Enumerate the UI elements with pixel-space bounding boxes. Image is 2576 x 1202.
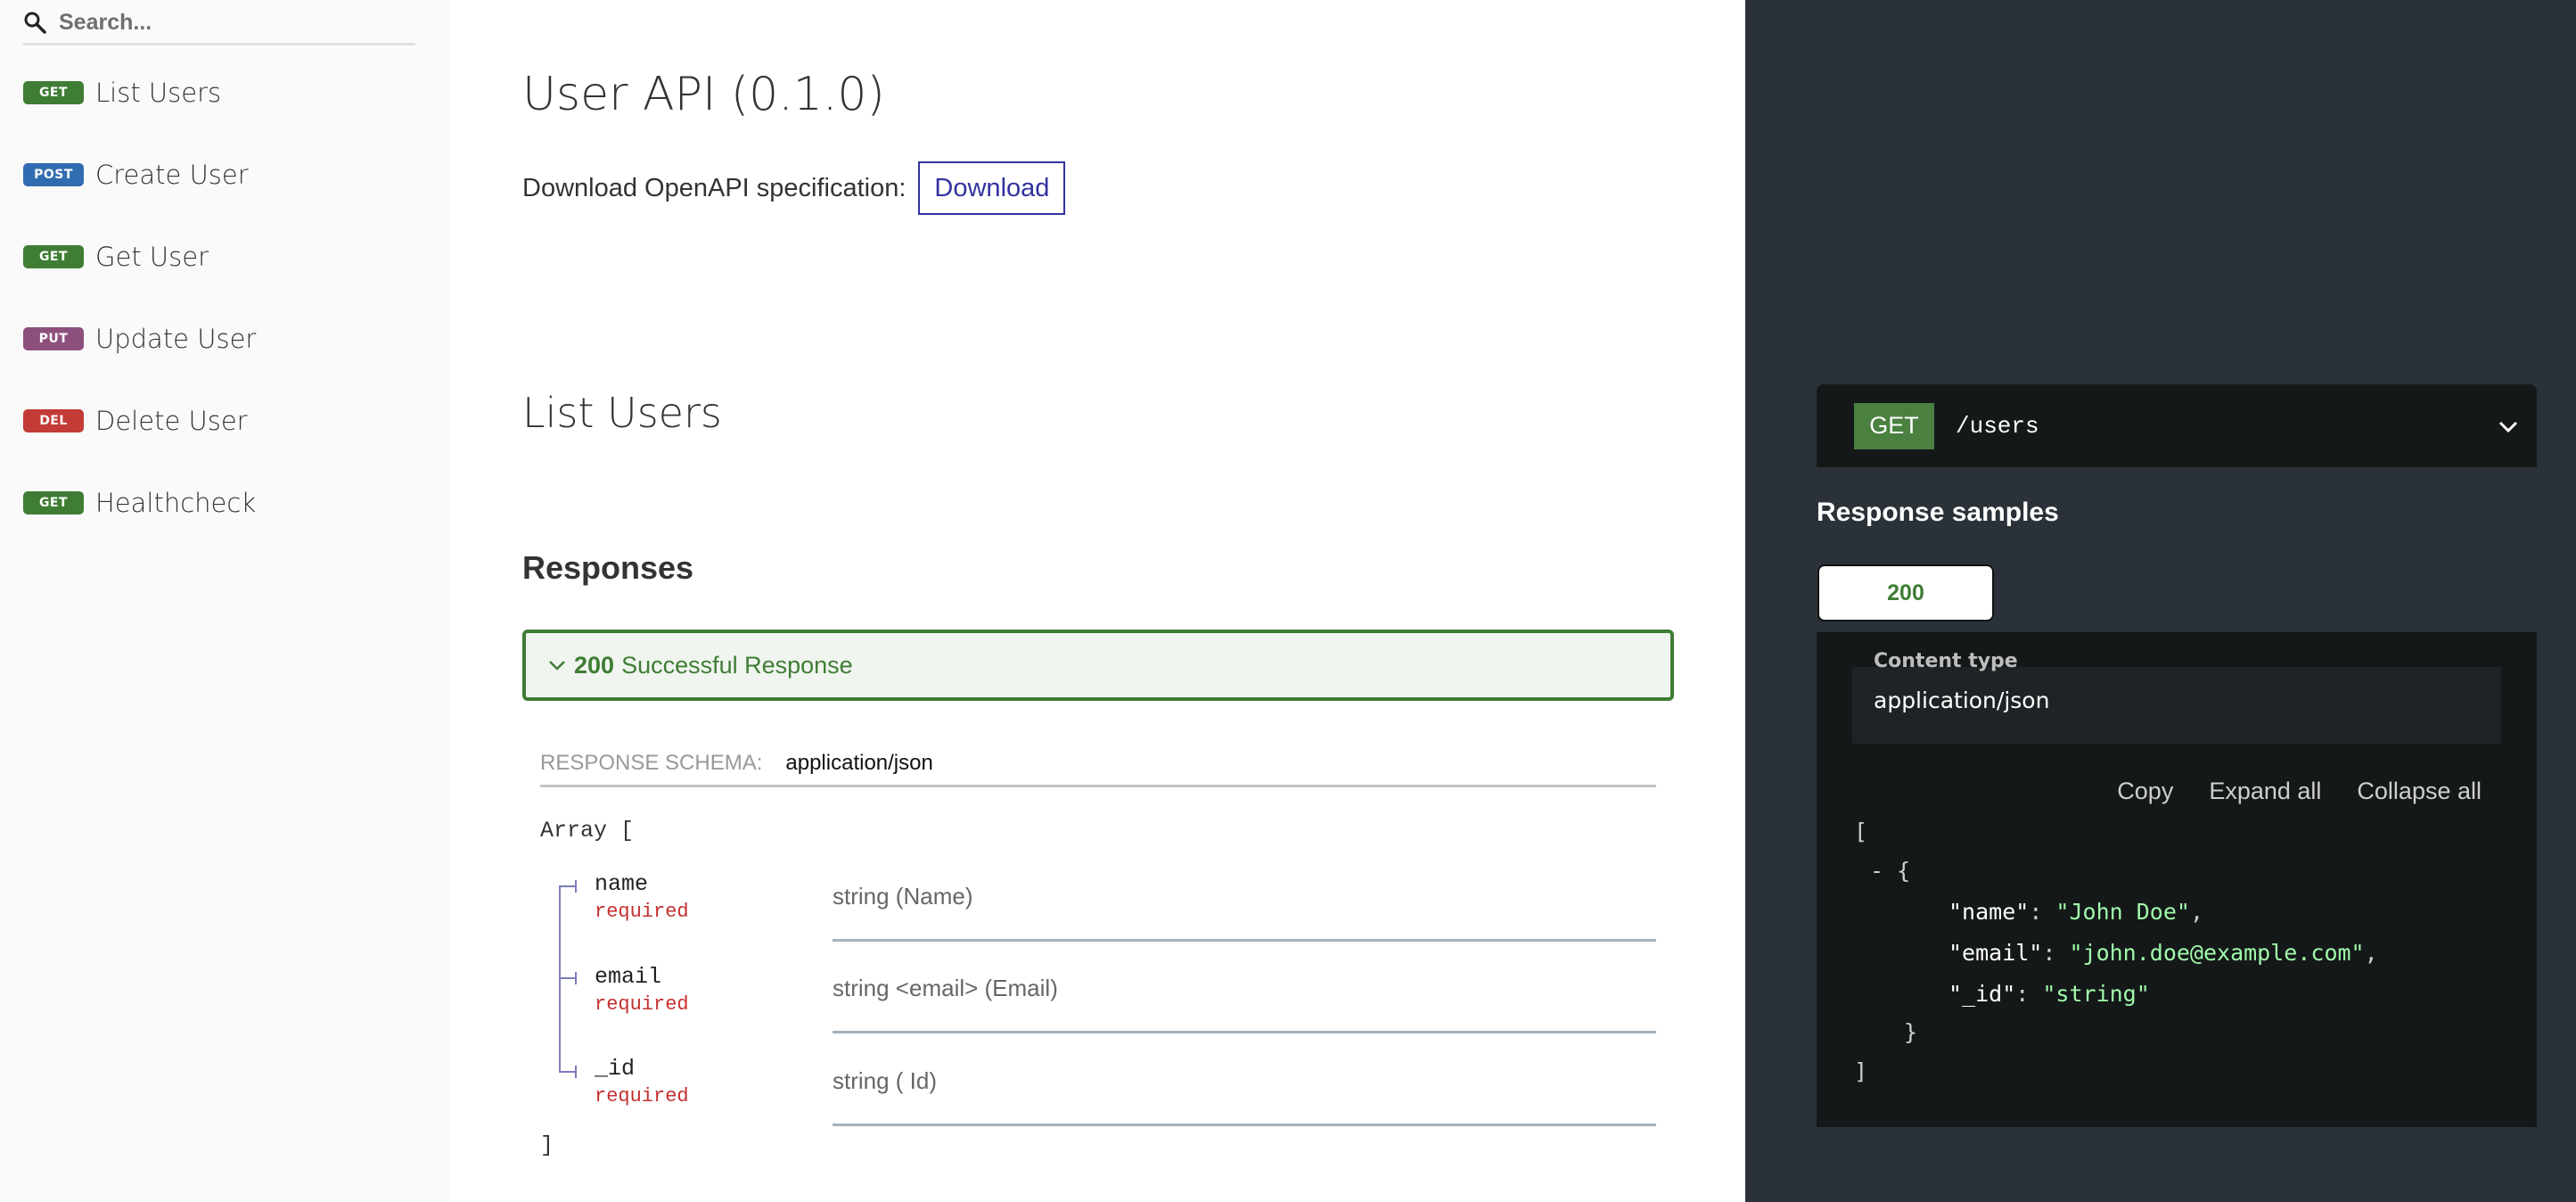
responses-heading: Responses xyxy=(522,549,694,586)
sidebar-item-label: Delete User xyxy=(95,406,248,436)
code-actions: Copy Expand all Collapse all xyxy=(2117,778,2482,805)
method-badge-get: GET xyxy=(23,81,84,104)
sidebar-item-get-user[interactable]: GET Get User xyxy=(23,235,433,279)
method-badge-get: GET xyxy=(23,491,84,515)
search-input[interactable] xyxy=(59,7,406,37)
collapse-all-button[interactable]: Collapse all xyxy=(2357,778,2482,805)
field-required: required xyxy=(595,901,689,923)
main-content: User API (0.1.0) Download OpenAPI specif… xyxy=(450,0,1745,1202)
json-object-toggle[interactable]: - { xyxy=(1870,858,1910,884)
sidebar-item-label: Healthcheck xyxy=(95,488,257,518)
content-type-label: Content type xyxy=(1874,650,2018,672)
download-button[interactable]: Download xyxy=(918,161,1066,215)
json-line: "email": "john.doe@example.com", xyxy=(1948,940,2378,966)
sidebar-item-label: Create User xyxy=(95,160,249,190)
field-divider xyxy=(833,1031,1656,1033)
sidebar: GET List Users POST Create User GET Get … xyxy=(0,0,450,1202)
tree-branch-cap xyxy=(575,972,577,984)
field-type: string <email> (Email) xyxy=(833,975,1058,1001)
field-type: string (Name) xyxy=(833,883,973,910)
array-open: Array [ xyxy=(540,818,635,844)
response-code: 200 xyxy=(574,651,615,679)
json-array-close: ] xyxy=(1854,1058,1868,1084)
json-key: "_id" xyxy=(1948,981,2016,1007)
method-badge-post: POST xyxy=(23,163,84,186)
right-panel: GET /users Response samples 200 Content … xyxy=(1745,0,2576,1202)
search-box xyxy=(23,0,415,45)
field-name: _id xyxy=(595,1056,636,1082)
sidebar-item-update-user[interactable]: PUT Update User xyxy=(23,317,433,361)
api-title: User API (0.1.0) xyxy=(522,68,885,121)
json-array-open: [ xyxy=(1854,819,1868,844)
json-key: "name" xyxy=(1948,899,2030,925)
method-badge-put: PUT xyxy=(23,327,84,350)
field-name: email xyxy=(595,964,662,990)
download-row: Download OpenAPI specification: Download xyxy=(522,161,1066,215)
sidebar-item-delete-user[interactable]: DEL Delete User xyxy=(23,399,433,443)
json-comma: , xyxy=(2364,940,2378,966)
operation-title: List Users xyxy=(522,389,722,437)
json-comma: , xyxy=(2189,899,2203,925)
expand-all-button[interactable]: Expand all xyxy=(2209,778,2321,805)
response-schema-label: Response Schema: xyxy=(540,751,763,775)
json-value: "John Doe" xyxy=(2055,899,2190,925)
sidebar-item-healthcheck[interactable]: GET Healthcheck xyxy=(23,481,433,525)
response-schema-header: Response Schema: application/json xyxy=(540,751,1656,787)
endpoint-selector[interactable]: GET /users xyxy=(1817,384,2537,467)
method-badge-delete: DEL xyxy=(23,409,84,432)
field-required: required xyxy=(595,993,689,1016)
json-line: "_id": "string" xyxy=(1948,981,2150,1007)
response-200-toggle[interactable]: 200 Successful Response xyxy=(522,630,1674,701)
method-badge-get: GET xyxy=(23,245,84,268)
sidebar-item-label: List Users xyxy=(95,78,222,108)
field-required: required xyxy=(595,1085,689,1107)
tree-branch-cap xyxy=(575,1066,577,1078)
sidebar-item-label: Update User xyxy=(95,324,257,354)
field-name: name xyxy=(595,871,649,897)
json-value: "string" xyxy=(2042,981,2150,1007)
tree-branch xyxy=(559,1071,575,1073)
tree-branch xyxy=(559,885,575,887)
field-divider xyxy=(833,939,1656,942)
sidebar-item-label: Get User xyxy=(95,242,209,272)
field-divider xyxy=(833,1124,1656,1126)
sidebar-item-list-users[interactable]: GET List Users xyxy=(23,70,433,115)
response-schema-mime: application/json xyxy=(785,751,933,775)
json-line: "name": "John Doe", xyxy=(1948,899,2203,925)
json-key: "email" xyxy=(1948,940,2043,966)
chevron-down-icon xyxy=(549,661,565,671)
chevron-down-icon xyxy=(2498,421,2518,433)
tree-branch-cap xyxy=(575,880,577,893)
json-value: "john.doe@example.com" xyxy=(2069,940,2365,966)
endpoint-path: /users xyxy=(1956,412,2039,440)
search-icon xyxy=(24,12,46,34)
endpoint-method-badge: GET xyxy=(1854,402,1934,449)
tab-200[interactable]: 200 xyxy=(1817,564,1994,622)
array-close: ] xyxy=(540,1132,554,1158)
json-object-close: } xyxy=(1904,1019,1918,1045)
tree-line xyxy=(559,885,561,1073)
response-sample-panel: Content type application/json Copy Expan… xyxy=(1817,632,2537,1127)
field-type: string ( Id) xyxy=(833,1067,938,1094)
content-type-value[interactable]: application/json xyxy=(1874,687,2049,713)
tree-branch xyxy=(559,977,575,979)
response-samples-heading: Response samples xyxy=(1817,498,2059,527)
copy-button[interactable]: Copy xyxy=(2117,778,2173,805)
download-label: Download OpenAPI specification: xyxy=(522,173,907,202)
response-description: Successful Response xyxy=(621,651,853,679)
sidebar-item-create-user[interactable]: POST Create User xyxy=(23,152,433,197)
